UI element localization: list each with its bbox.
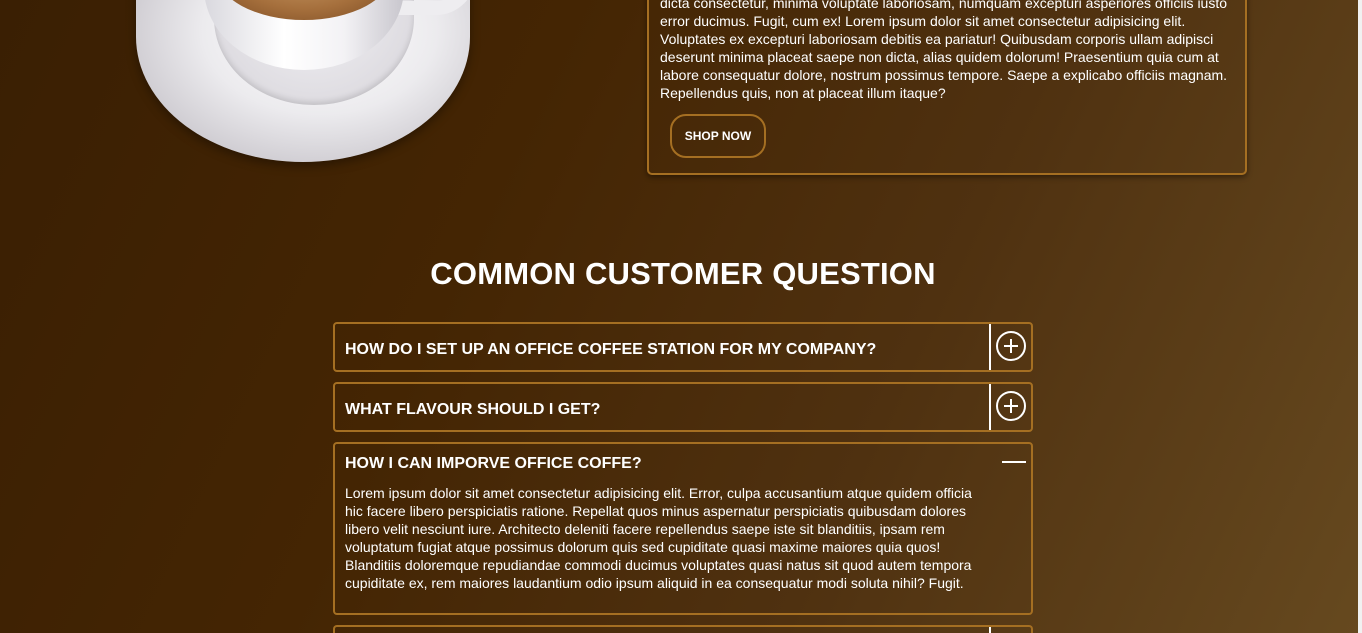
plus-circle-icon[interactable] [996,331,1026,361]
faq-item-open[interactable]: HOW I CAN IMPORVE OFFICE COFFE? Lorem ip… [333,442,1033,615]
faq-toggle[interactable] [989,627,1031,633]
faq-answer: Lorem ipsum dolor sit amet consectetur a… [345,485,972,591]
about-paragraph: dicta consectetur, minima voluptate labo… [660,0,1228,101]
faq-question[interactable]: HOW I CAN IMPORVE OFFICE COFFE? [345,455,642,473]
plus-circle-icon[interactable] [996,391,1026,421]
faq-question[interactable]: HOW DO I SET UP AN OFFICE COFFEE STATION… [345,341,876,359]
scrollbar[interactable] [1358,0,1362,633]
faq-title: COMMON CUSTOMER QUESTION [430,256,936,291]
faq-toggle[interactable] [989,384,1031,430]
faq-toggle[interactable] [989,324,1031,370]
about-card: dicta consectetur, minima voluptate labo… [647,0,1247,175]
coffee-cup-image [134,0,476,165]
minus-icon[interactable] [1002,461,1026,463]
faq-question[interactable]: WHAT FLAVOUR SHOULD I GET? [345,401,600,419]
faq-list: HOW DO I SET UP AN OFFICE COFFEE STATION… [333,322,1033,633]
shop-now-button[interactable]: SHOP NOW [670,114,766,158]
faq-item[interactable] [333,625,1033,633]
faq-item[interactable]: HOW DO I SET UP AN OFFICE COFFEE STATION… [333,322,1033,372]
faq-item[interactable]: WHAT FLAVOUR SHOULD I GET? [333,382,1033,432]
